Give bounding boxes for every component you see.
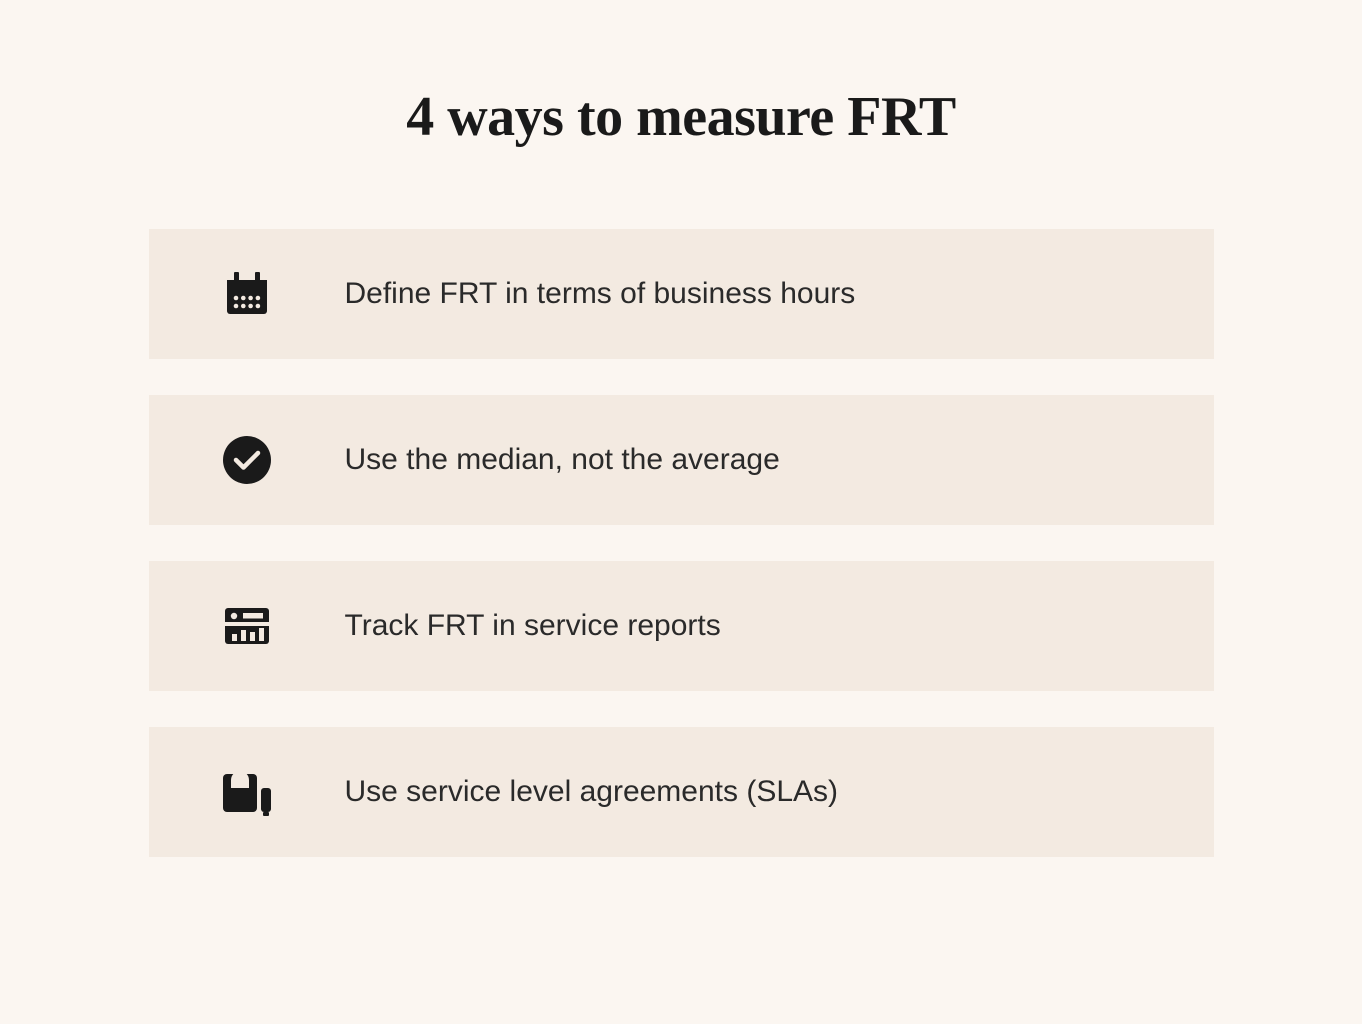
list-item-label: Use the median, not the average <box>345 443 780 477</box>
list-item: Track FRT in service reports <box>149 561 1214 691</box>
list-item-label: Define FRT in terms of business hours <box>345 277 856 311</box>
list-item-label: Use service level agreements (SLAs) <box>345 775 839 809</box>
ways-list: Define FRT in terms of business hours Us… <box>149 229 1214 857</box>
list-item: Define FRT in terms of business hours <box>149 229 1214 359</box>
list-item: Use the median, not the average <box>149 395 1214 525</box>
dashboard-icon <box>219 598 275 654</box>
list-item-label: Track FRT in service reports <box>345 609 721 643</box>
list-item: Use service level agreements (SLAs) <box>149 727 1214 857</box>
sla-icon <box>219 764 275 820</box>
page-title: 4 ways to measure FRT <box>406 85 956 149</box>
check-circle-icon <box>219 432 275 488</box>
calendar-icon <box>219 266 275 322</box>
